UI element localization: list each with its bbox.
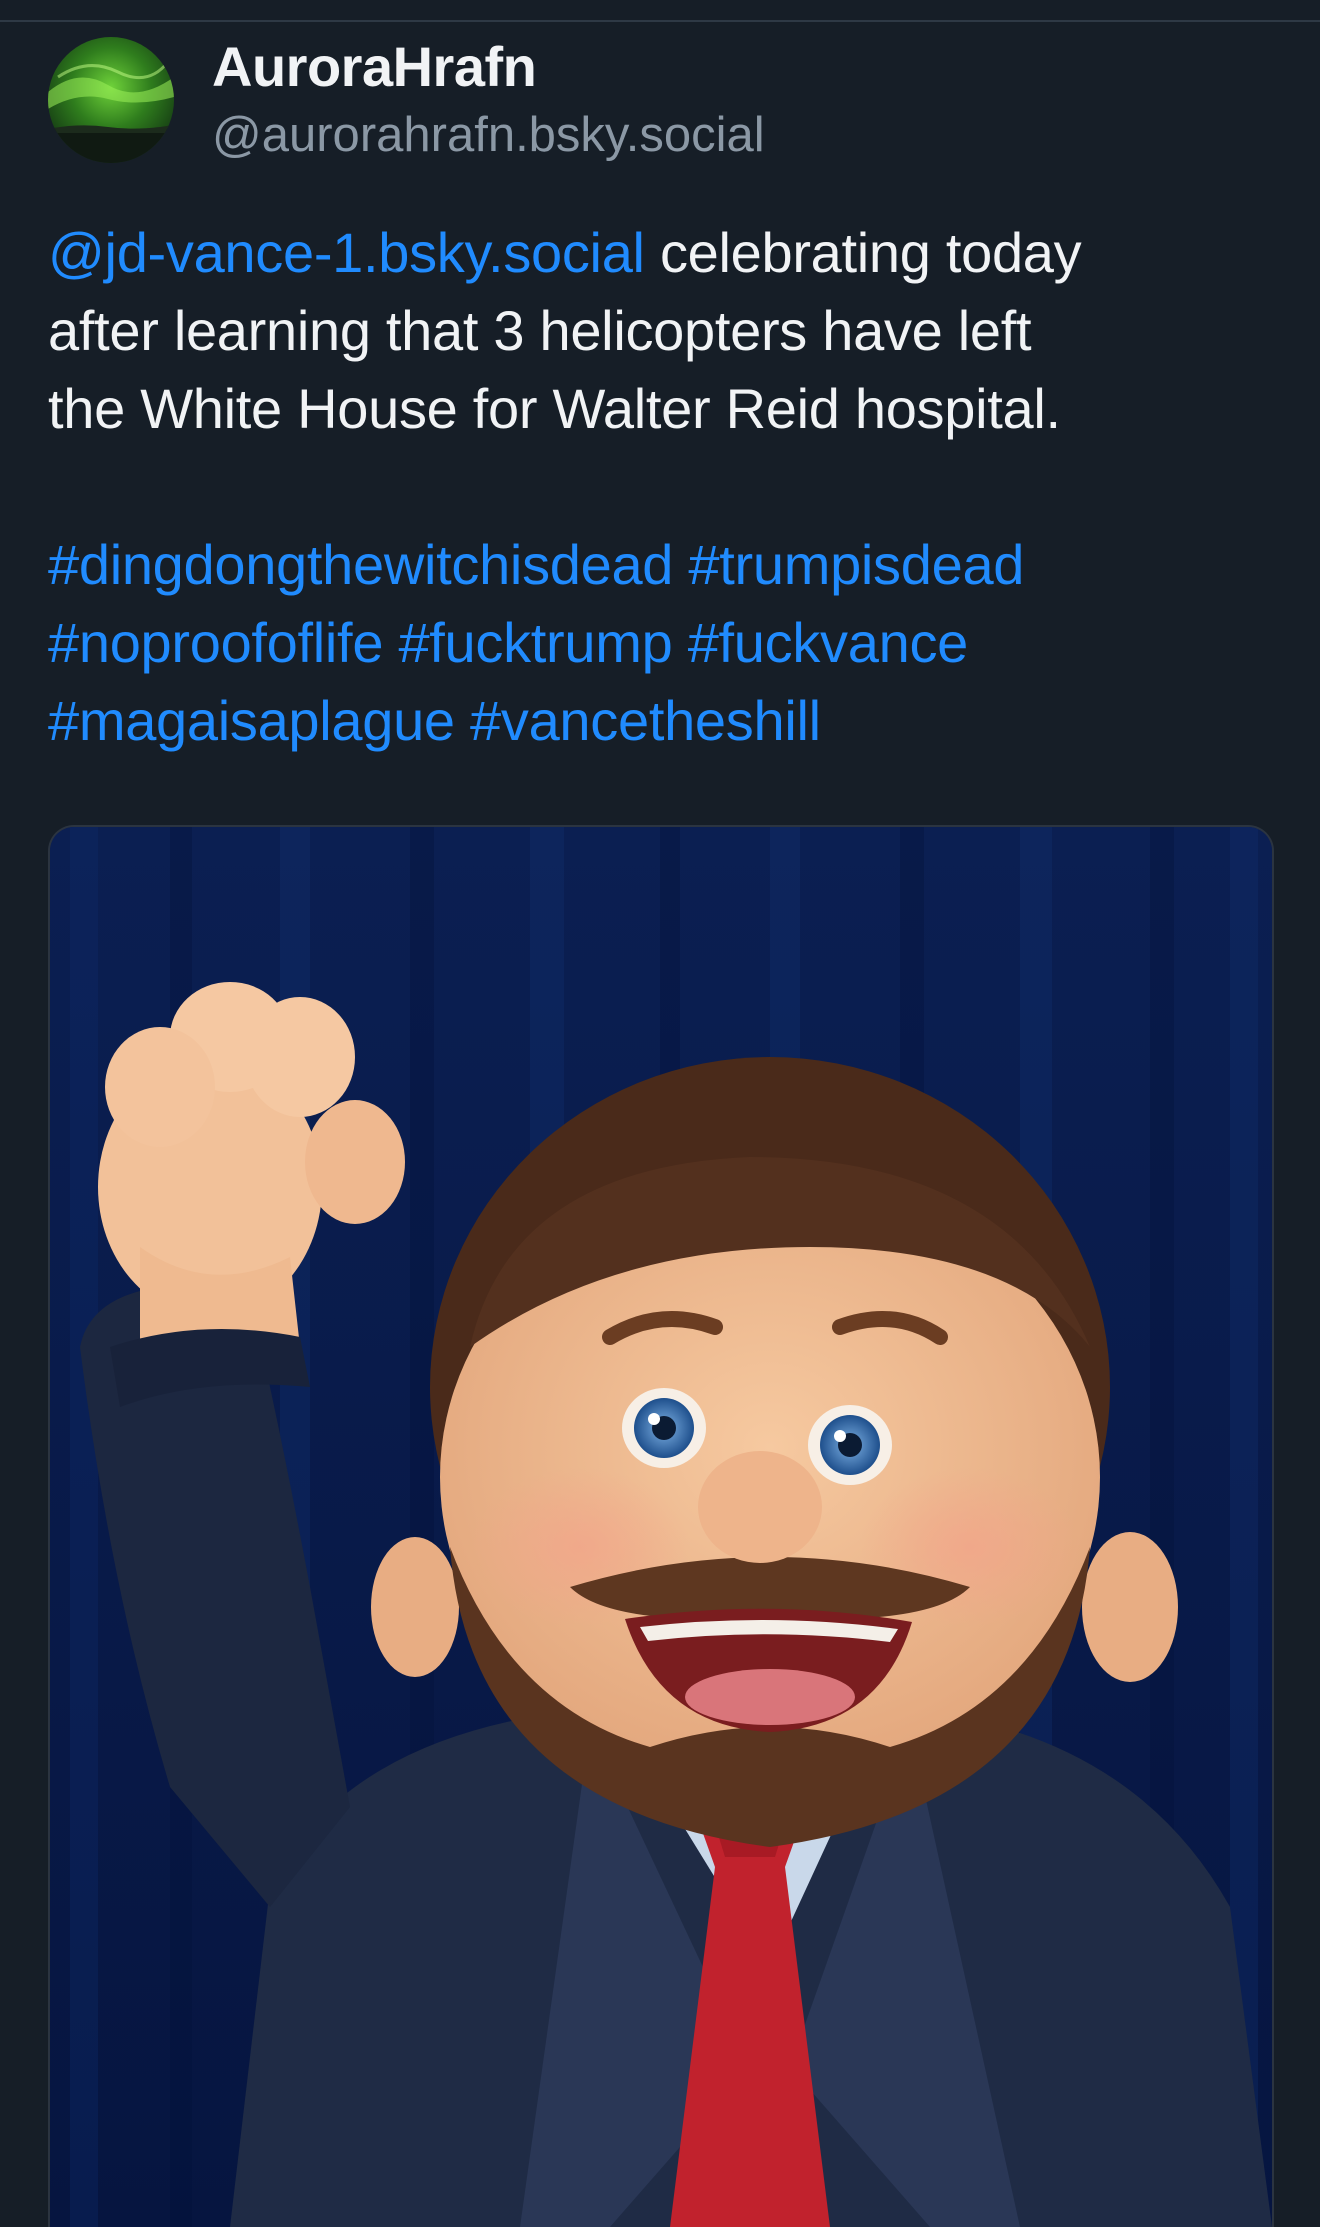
post-image[interactable] bbox=[48, 825, 1274, 2227]
hashtag-link[interactable]: #fuckvance bbox=[688, 611, 969, 674]
hashtag-link[interactable]: #trumpisdead bbox=[688, 533, 1024, 596]
post-text-segment: celebrating today bbox=[644, 221, 1082, 284]
hashtag-link[interactable]: #noproofoflife bbox=[48, 611, 383, 674]
post-text-line-3: the White House for Walter Reid hospital… bbox=[48, 377, 1061, 440]
hashtag-link[interactable]: #dingdongthewitchisdead bbox=[48, 533, 673, 596]
top-divider bbox=[0, 20, 1320, 22]
post-header: AuroraHrafn @aurorahrafn.bsky.social bbox=[48, 30, 1272, 170]
post-text-line-1: @jd-vance-1.bsky.social celebrating toda… bbox=[48, 214, 1272, 292]
hashtag-link[interactable]: #magaisaplague bbox=[48, 689, 455, 752]
hashtag-line-3: #magaisaplague #vancetheshill bbox=[48, 682, 1272, 760]
post-text: @jd-vance-1.bsky.social celebrating toda… bbox=[48, 214, 1272, 760]
doll-illustration bbox=[50, 827, 1272, 2227]
hashtag-line-1: #dingdongthewitchisdead #trumpisdead bbox=[48, 526, 1272, 604]
author-display-name[interactable]: AuroraHrafn bbox=[212, 34, 765, 100]
post: AuroraHrafn @aurorahrafn.bsky.social @jd… bbox=[48, 30, 1272, 760]
hashtag-link[interactable]: #fucktrump bbox=[398, 611, 672, 674]
author-info: AuroraHrafn @aurorahrafn.bsky.social bbox=[212, 34, 765, 166]
post-text-line-2: after learning that 3 helicopters have l… bbox=[48, 299, 1032, 362]
mention-link[interactable]: @jd-vance-1.bsky.social bbox=[48, 221, 645, 284]
aurora-avatar-icon[interactable] bbox=[48, 37, 174, 163]
author-handle[interactable]: @aurorahrafn.bsky.social bbox=[212, 104, 765, 166]
hashtag-link[interactable]: #vancetheshill bbox=[470, 689, 821, 752]
hashtag-line-2: #noproofoflife #fucktrump #fuckvance bbox=[48, 604, 1272, 682]
